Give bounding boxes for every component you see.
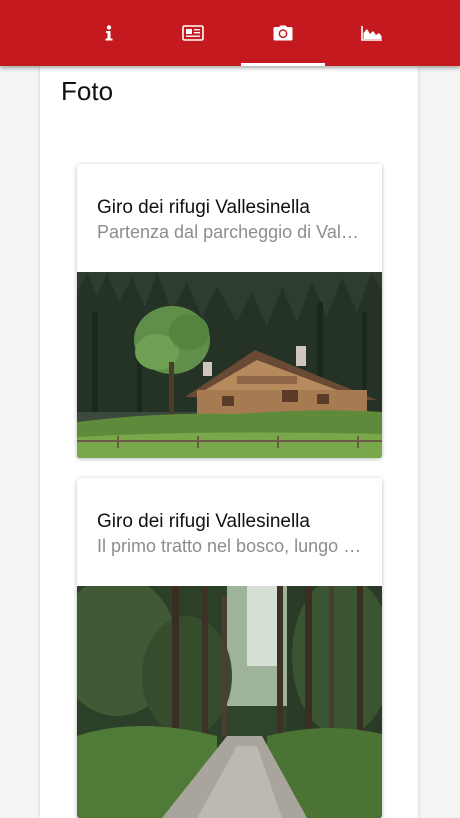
- photo-card-title: Giro dei rifugi Vallesinella: [97, 511, 310, 532]
- photo-card-subtitle: Partenza dal parcheggio di Vallesinella: [97, 222, 362, 242]
- forest-trail-photo: [77, 586, 382, 818]
- photo-card-subtitle: Il primo tratto nel bosco, lungo la stra…: [97, 536, 362, 556]
- tab-info[interactable]: [67, 0, 151, 66]
- alpine-hut-meadow-photo: [77, 272, 382, 458]
- newspaper-icon: [182, 25, 204, 41]
- tab-elevation[interactable]: [330, 0, 414, 66]
- page-title: Foto: [61, 76, 114, 106]
- camera-icon: [273, 25, 293, 41]
- content-panel: Foto Giro dei rifugi Vallesinella Parten…: [40, 66, 418, 818]
- tab-photos[interactable]: [241, 0, 325, 66]
- photo-card[interactable]: Giro dei rifugi Vallesinella Il primo tr…: [77, 478, 382, 818]
- photo-card-caption: Giro dei rifugi Vallesinella Partenza da…: [77, 164, 382, 272]
- photo-card-caption: Giro dei rifugi Vallesinella Il primo tr…: [77, 478, 382, 586]
- top-tab-bar: [0, 0, 460, 66]
- elevation-profile-icon: [361, 25, 383, 41]
- photo-card-title: Giro dei rifugi Vallesinella: [97, 197, 310, 218]
- info-icon: [104, 25, 114, 41]
- photo-card[interactable]: Giro dei rifugi Vallesinella Partenza da…: [77, 164, 382, 458]
- tab-news[interactable]: [151, 0, 235, 66]
